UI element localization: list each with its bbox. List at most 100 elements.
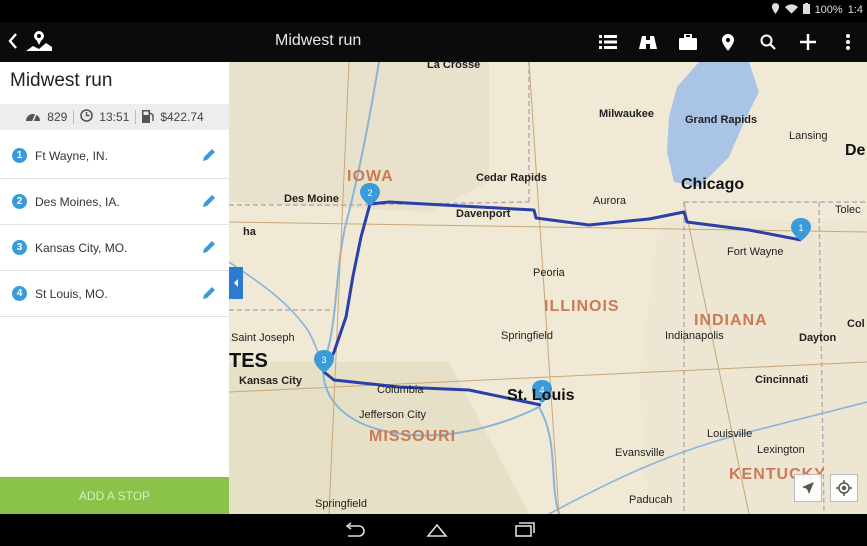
battery-percent: 100% <box>814 4 843 16</box>
system-nav-bar <box>0 514 867 546</box>
system-recents-button[interactable] <box>512 522 536 538</box>
city-label: Springfield <box>501 330 553 342</box>
city-label: Springfield <box>315 498 367 510</box>
city-label: Fort Wayne <box>727 246 784 258</box>
system-back-button[interactable] <box>342 522 366 538</box>
fuel-pump-icon <box>142 109 155 126</box>
stop-item[interactable]: 4 St Louis, MO. <box>0 271 229 317</box>
city-label: Saint Joseph <box>231 332 295 344</box>
region-label: TES <box>229 350 268 372</box>
state-label: ILLINOIS <box>544 298 620 315</box>
wifi-icon <box>784 3 798 17</box>
trip-map-icon <box>24 29 54 58</box>
overflow-menu-icon <box>846 34 850 50</box>
city-label: De <box>845 142 866 159</box>
map-view[interactable]: 1 2 3 4 IOWA ILLINOIS INDIANA MISSOURI K… <box>229 62 867 514</box>
city-label: Jefferson City <box>359 409 427 421</box>
pencil-icon <box>203 287 215 299</box>
city-label: Cedar Rapids <box>476 172 547 184</box>
trip-stats: 829 13:51 $422.74 <box>0 104 229 130</box>
city-label: Cincinnati <box>755 374 809 386</box>
recent-apps-icon <box>515 522 535 537</box>
status-bar: 100% 1:4 <box>0 0 867 22</box>
binoculars-icon <box>639 36 657 49</box>
city-label: Kansas City <box>239 375 302 387</box>
stop-item[interactable]: 1 Ft Wayne, IN. <box>0 133 229 179</box>
city-label: Tolec <box>835 204 861 216</box>
back-arrow-icon <box>345 522 365 537</box>
location-status-icon <box>771 3 780 17</box>
city-label: Chicago <box>681 176 745 193</box>
stop-item[interactable]: 3 Kansas City, MO. <box>0 225 229 271</box>
city-label: Aurora <box>593 195 627 207</box>
svg-text:2: 2 <box>367 188 372 198</box>
svg-text:3: 3 <box>321 355 326 365</box>
city-label: Peoria <box>533 267 565 279</box>
search-button[interactable] <box>757 30 779 54</box>
list-icon <box>599 35 617 49</box>
trip-sidebar: Midwest run 829 13:51 $422.74 1 Ft Wayne… <box>0 62 230 514</box>
stop-label: Kansas City, MO. <box>35 240 128 255</box>
pencil-icon <box>203 195 215 207</box>
back-button[interactable] <box>8 29 54 58</box>
state-label: MISSOURI <box>369 428 457 445</box>
city-label: Davenport <box>456 208 511 220</box>
city-label: Dayton <box>799 332 837 344</box>
add-icon <box>800 34 816 50</box>
stop-label: Des Moines, IA. <box>35 194 120 209</box>
distance-value: 829 <box>47 110 68 124</box>
duration-value: 13:51 <box>99 110 130 124</box>
navigation-arrow-icon <box>802 482 814 494</box>
list-view-button[interactable] <box>597 30 619 54</box>
stop-number-badge: 1 <box>12 148 27 163</box>
system-home-button[interactable] <box>425 522 449 538</box>
city-label: Lexington <box>757 444 805 456</box>
search-icon <box>760 34 776 50</box>
briefcase-icon <box>679 34 697 50</box>
collapse-sidebar-button[interactable] <box>229 267 243 299</box>
my-location-button[interactable] <box>830 474 858 502</box>
edit-stop-button[interactable] <box>201 239 217 260</box>
clock-icon <box>80 109 94 125</box>
map-pin-icon <box>722 33 734 51</box>
add-button[interactable] <box>797 30 819 54</box>
city-label: Indianapolis <box>665 330 724 342</box>
edit-stop-button[interactable] <box>201 147 217 168</box>
divider <box>135 110 137 124</box>
speedometer-icon <box>25 109 41 125</box>
home-icon <box>426 523 448 537</box>
terrain-region <box>229 62 489 212</box>
city-label: ha <box>243 226 256 238</box>
city-label: Evansville <box>615 447 665 459</box>
my-location-icon <box>836 480 852 496</box>
city-label: Des Moine <box>284 193 340 205</box>
stop-item[interactable]: 2 Des Moines, IA. <box>0 179 229 225</box>
city-label: Grand Rapids <box>685 114 758 126</box>
state-label: IOWA <box>347 168 394 185</box>
clock: 1:4 <box>847 4 863 16</box>
stop-label: St Louis, MO. <box>35 286 108 301</box>
app-title: Midwest run <box>275 32 362 49</box>
stop-list: 1 Ft Wayne, IN. 2 Des Moines, IA. 3 Kans… <box>0 133 229 317</box>
place-button[interactable] <box>717 30 739 54</box>
trips-button[interactable] <box>677 30 699 54</box>
city-label: Milwaukee <box>599 108 655 120</box>
city-label: Col <box>847 318 865 330</box>
edit-stop-button[interactable] <box>201 285 217 306</box>
battery-icon <box>802 3 810 17</box>
add-stop-button[interactable]: ADD A STOP <box>0 477 229 514</box>
app-bar: Midwest run <box>0 22 867 62</box>
pencil-icon <box>203 149 215 161</box>
stop-number-badge: 4 <box>12 286 27 301</box>
pencil-icon <box>203 241 215 253</box>
city-label: Paducah <box>629 494 673 506</box>
fuel-cost-value: $422.74 <box>160 110 204 124</box>
state-label: INDIANA <box>694 312 768 329</box>
navigate-button[interactable] <box>794 474 822 502</box>
stop-label: Ft Wayne, IN. <box>35 148 108 163</box>
edit-stop-button[interactable] <box>201 193 217 214</box>
city-label: Lansing <box>789 130 828 142</box>
overflow-menu-button[interactable] <box>837 30 859 54</box>
city-label: Columbia <box>377 384 424 396</box>
explore-button[interactable] <box>637 30 659 54</box>
